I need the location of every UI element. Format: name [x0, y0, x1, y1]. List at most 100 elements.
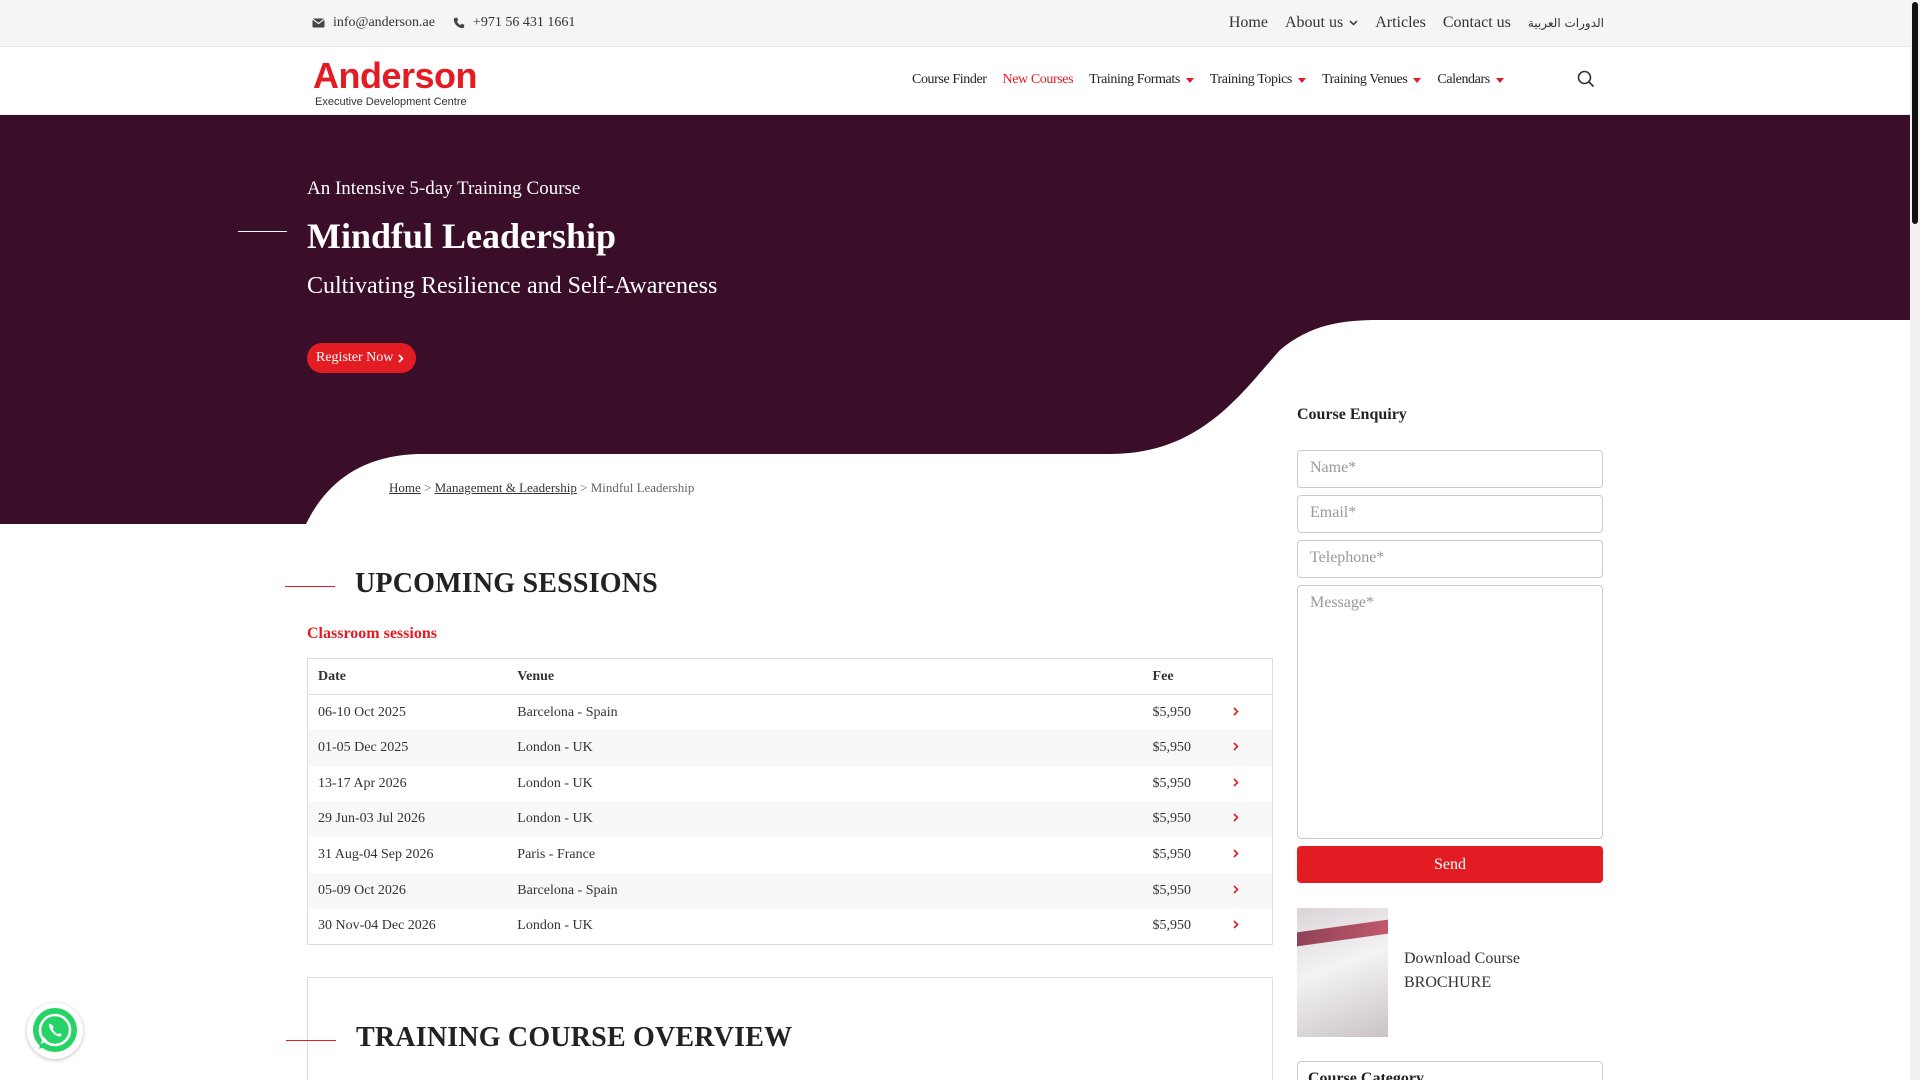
- table-row[interactable]: 31 Aug-04 Sep 2026 Paris - France $5,950: [308, 837, 1273, 873]
- scrollbar-thumb[interactable]: [1912, 2, 1918, 224]
- cell-venue: Barcelona - Spain: [507, 872, 1143, 909]
- phone-link[interactable]: +971 56 431 1661: [453, 15, 575, 31]
- column-header-venue: Venue: [507, 658, 1143, 695]
- top-nav: Home About us Articles Contact us الدورا…: [1212, 14, 1604, 32]
- logo-tagline: Executive Development Centre: [315, 96, 467, 108]
- chevron-right-icon: [398, 353, 405, 363]
- brochure-line-2: BROCHURE: [1404, 974, 1492, 991]
- menu-training-topics[interactable]: Training Topics: [1210, 72, 1306, 88]
- main-nav: Anderson Executive Development Centre Co…: [0, 48, 1910, 115]
- chevron-right-icon: [1232, 920, 1239, 929]
- top-nav-home[interactable]: Home: [1229, 14, 1268, 32]
- menu-item-label: Training Formats: [1089, 72, 1180, 87]
- menu-training-venues[interactable]: Training Venues: [1321, 72, 1422, 88]
- table-row[interactable]: 30 Nov-04 Dec 2026 London - UK $5,950: [308, 909, 1273, 945]
- breadcrumb-home[interactable]: Home: [389, 480, 421, 495]
- send-button[interactable]: Send: [1297, 846, 1603, 883]
- message-field[interactable]: [1297, 585, 1603, 839]
- breadcrumb-current: Mindful Leadership: [590, 480, 695, 495]
- main-menu: Course Finder New Courses Training Forma…: [912, 72, 1520, 88]
- table-row[interactable]: 06-10 Oct 2025 Barcelona - Spain $5,950: [308, 695, 1273, 731]
- section-accent-line: [286, 1040, 336, 1041]
- top-nav-contact[interactable]: Contact us: [1443, 14, 1511, 32]
- telephone-field[interactable]: [1297, 540, 1603, 578]
- menu-new-courses[interactable]: New Courses: [1003, 72, 1074, 88]
- cell-fee: $5,950: [1142, 872, 1233, 909]
- email-link[interactable]: info@anderson.ae: [312, 15, 435, 31]
- cell-fee: $5,950: [1152, 918, 1192, 934]
- menu-calendars[interactable]: Calendars: [1437, 72, 1504, 88]
- breadcrumb-separator: >: [580, 480, 588, 495]
- hero-kicker: An Intensive 5-day Training Course: [307, 178, 581, 199]
- sessions-table: Date Venue Fee 06-10 Oct 2025 Barcelona -…: [307, 658, 1273, 945]
- cell-venue: Paris - France: [517, 847, 596, 863]
- row-register-arrow[interactable]: [1232, 695, 1273, 731]
- hero-subtitle: Cultivating Resilience and Self-Awarenes…: [307, 273, 718, 299]
- caret-down-icon: [1185, 77, 1194, 83]
- page-scrollbar[interactable]: [1910, 0, 1920, 1080]
- download-brochure-link[interactable]: Download Course BROCHURE: [1404, 947, 1544, 995]
- top-nav-home-label: Home: [1228, 14, 1268, 31]
- whatsapp-icon: [33, 1008, 77, 1052]
- name-field[interactable]: [1297, 450, 1603, 488]
- email-field[interactable]: [1297, 495, 1603, 533]
- email-input[interactable]: [1310, 504, 1590, 522]
- caret-down-icon: [1495, 77, 1504, 83]
- envelope-icon: [312, 18, 325, 28]
- menu-item-label: Training Venues: [1321, 72, 1408, 87]
- menu-training-formats[interactable]: Training Formats: [1089, 72, 1194, 88]
- column-header-fee: Fee: [1142, 658, 1233, 695]
- table-row[interactable]: 01-05 Dec 2025 London - UK $5,950: [307, 730, 1273, 766]
- cell-date: 05-09 Oct 2026: [307, 872, 508, 909]
- phone-text: +971 56 431 1661: [472, 15, 576, 30]
- chevron-right-icon: [1232, 849, 1239, 858]
- breadcrumb-separator: >: [424, 480, 432, 495]
- sessions-table-body: 06-10 Oct 2025 Barcelona - Spain $5,950 01-…: [307, 695, 1273, 945]
- breadcrumb: Home > Management & Leadership > Mindful…: [389, 480, 694, 496]
- table-row[interactable]: 05-09 Oct 2026 Barcelona - Spain $5,950: [307, 872, 1273, 909]
- cell-fee: $5,950: [1142, 730, 1233, 766]
- table-row[interactable]: 13-17 Apr 2026 London - UK $5,950: [308, 766, 1273, 802]
- breadcrumb-category[interactable]: Management & Leadership: [435, 480, 577, 495]
- cell-fee: $5,950: [1152, 775, 1192, 791]
- top-nav-articles[interactable]: Articles: [1375, 14, 1426, 32]
- sessions-heading: UPCOMING SESSIONS: [355, 568, 658, 599]
- menu-item-label: Course Finder: [912, 72, 987, 87]
- row-register-arrow[interactable]: [1232, 766, 1273, 802]
- top-nav-about[interactable]: About us: [1285, 14, 1358, 32]
- cell-venue: London - UK: [517, 775, 593, 791]
- row-register-arrow[interactable]: [1232, 801, 1273, 838]
- course-enquiry-title: Course Enquiry: [1297, 406, 1407, 423]
- top-nav-contact-label: Contact us: [1442, 14, 1511, 31]
- whatsapp-button[interactable]: [27, 1003, 83, 1059]
- email-text: info@anderson.ae: [333, 15, 435, 30]
- chevron-right-icon: [1232, 885, 1239, 894]
- row-register-arrow[interactable]: [1232, 872, 1273, 909]
- hero-accent-line: [238, 231, 287, 232]
- cell-date: 30 Nov-04 Dec 2026: [318, 918, 436, 934]
- cell-venue: London - UK: [507, 730, 1143, 766]
- brochure-cover-stripe: [1297, 919, 1388, 947]
- logo[interactable]: Anderson Executive Development Centre: [313, 58, 478, 109]
- chevron-right-icon: [1232, 742, 1239, 751]
- page-title: Mindful Leadership: [307, 216, 617, 256]
- cell-venue: Barcelona - Spain: [517, 704, 618, 720]
- register-now-button[interactable]: Register Now: [307, 343, 417, 373]
- register-now-label: Register Now: [316, 350, 394, 365]
- search-icon[interactable]: [1577, 70, 1595, 88]
- section-accent-line: [285, 586, 335, 587]
- menu-item-label: Training Topics: [1209, 72, 1292, 87]
- top-nav-arabic-courses[interactable]: الدورات العربية: [1528, 16, 1604, 30]
- cell-fee: $5,950: [1142, 801, 1233, 838]
- row-register-arrow[interactable]: [1232, 909, 1273, 945]
- name-input[interactable]: [1310, 459, 1590, 477]
- menu-course-finder[interactable]: Course Finder: [912, 72, 987, 88]
- top-bar: info@anderson.ae +971 56 431 1661 Home A…: [0, 0, 1910, 47]
- table-row[interactable]: 29 Jun-03 Jul 2026 London - UK $5,950: [307, 801, 1273, 838]
- message-textarea[interactable]: [1310, 594, 1590, 774]
- telephone-input[interactable]: [1310, 549, 1590, 567]
- brochure-thumbnail[interactable]: [1297, 908, 1388, 1037]
- table-header-row: Date Venue Fee: [307, 658, 1273, 695]
- row-register-arrow[interactable]: [1232, 837, 1273, 873]
- row-register-arrow[interactable]: [1232, 730, 1273, 766]
